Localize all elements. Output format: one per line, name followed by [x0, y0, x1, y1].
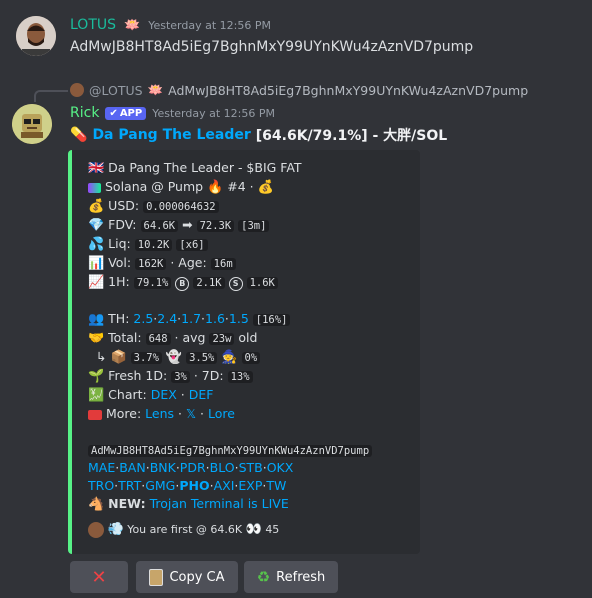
gem-icon: 💎: [88, 218, 105, 233]
embed-th-line: 👥 TH: 2.5·2.4·1.7·1.6·1.5 [16%]: [88, 311, 291, 327]
token-embed: 🇬🇧 Da Pang The Leader - $BIG FAT Solana …: [68, 150, 420, 554]
message1-text: AdMwJB8HT8Ad5iEg7BghnMxY99UYnKWu4zAznVD7…: [70, 39, 474, 55]
trojan-terminal-link[interactable]: Trojan Terminal is LIVE: [150, 496, 289, 511]
red-x-icon: ✕: [91, 566, 107, 588]
th-link-2[interactable]: 1.7: [181, 311, 201, 326]
embed-contract-line[interactable]: AdMwJB8HT8Ad5iEg7BghnMxY99UYnKWu4zAznVD7…: [88, 442, 373, 457]
chart-up-icon: 📈: [88, 275, 105, 290]
embed-breakdown-line: ↳ 📦 3.7% 👻 3.5% 🧙 0%: [96, 349, 261, 365]
lotus-username[interactable]: LOTUS: [70, 17, 116, 33]
refresh-label: Refresh: [276, 569, 326, 585]
copy-ca-button[interactable]: Copy CA: [136, 561, 238, 593]
reply-mention[interactable]: @LOTUS: [89, 83, 143, 98]
rick-avatar[interactable]: [12, 104, 52, 144]
th-link-3[interactable]: 1.6: [205, 311, 225, 326]
exchange-link[interactable]: BNK: [150, 460, 176, 475]
embed-usd-line: 💰 USD: 0.000064632: [88, 198, 219, 213]
solana-icon: [88, 182, 101, 193]
ghost-icon: 👻: [165, 350, 183, 365]
reply-connector: [34, 90, 68, 102]
money-bag-icon: 💰: [257, 180, 274, 195]
more-link-x[interactable]: 𝕏: [186, 406, 196, 421]
exchange-link[interactable]: BLO: [210, 460, 235, 475]
recycle-icon: ♻: [256, 568, 271, 586]
embed-1h-line: 📈 1H: 79.1% B 2.1K S 1.6K: [88, 274, 278, 291]
exchange-link[interactable]: TRT: [118, 478, 141, 493]
eyes-icon: 👀: [245, 522, 262, 537]
exchange-link[interactable]: GMG: [145, 478, 175, 493]
embed-liq-line: 💦 Liq: 10.2K [x6]: [88, 236, 208, 251]
embed-chain-line: Solana @ Pump 🔥 #4 · 💰: [88, 179, 274, 194]
return-arrow-icon: ↳: [96, 349, 107, 364]
keyboard-icon: [88, 409, 102, 420]
close-button[interactable]: ✕: [70, 561, 128, 593]
droplets-icon: 💦: [88, 237, 105, 252]
dash-icon: 💨: [107, 522, 124, 537]
exchange-link[interactable]: PHO: [179, 478, 209, 493]
th-link-4[interactable]: 1.5: [229, 311, 249, 326]
chart-link-def[interactable]: DEF: [189, 387, 214, 402]
copy-ca-label: Copy CA: [169, 569, 225, 585]
embed-fdv-line: 💎 FDV: 64.6K ➡ 72.3K [3m]: [88, 217, 270, 233]
embed-footer: 💨 You are first @ 64.6K 👀 45: [88, 522, 279, 538]
exchange-link[interactable]: EXP: [238, 478, 262, 493]
more-link-lore[interactable]: Lore: [208, 406, 235, 421]
exchange-link[interactable]: BAN: [119, 460, 145, 475]
reply-avatar-icon: [70, 83, 84, 97]
more-link-lens[interactable]: Lens: [145, 406, 174, 421]
message2-timestamp: Yesterday at 12:56 PM: [152, 106, 275, 120]
exchange-link[interactable]: TRO: [88, 478, 114, 493]
th-link-0[interactable]: 2.5: [133, 311, 153, 326]
reply-preview[interactable]: @LOTUS 🪷 AdMwJB8HT8Ad5iEg7BghnMxY99UYnKW…: [70, 82, 528, 98]
embed-new-line: 🐴 NEW: Trojan Terminal is LIVE: [88, 496, 289, 512]
horse-icon: 🐴: [88, 497, 105, 512]
embed-total-line: 🤝 Total: 648 · avg 23w old: [88, 330, 258, 346]
app-badge: ✔ APP: [105, 106, 147, 120]
money-bag-icon: 💰: [88, 199, 105, 214]
exchange-link[interactable]: OKX: [267, 460, 294, 475]
uk-flag-icon: 🇬🇧: [88, 161, 105, 176]
check-chart-icon: 💹: [88, 388, 105, 403]
footer-avatar-icon: [88, 522, 104, 538]
token-title-link[interactable]: Da Pang The Leader: [92, 127, 250, 143]
exchange-link[interactable]: MAE: [88, 460, 115, 475]
chart-link-dex[interactable]: DEX: [151, 387, 177, 402]
token-title-stats: [64.6K/79.1%] - 大胖/SOL: [255, 128, 448, 144]
embed-chart-line: 💹 Chart: DEX · DEF: [88, 387, 214, 403]
exchange-link[interactable]: AXI: [214, 478, 235, 493]
embed-fresh-line: 🌱 Fresh 1D: 3% · 7D: 13%: [88, 368, 253, 383]
th-link-1[interactable]: 2.4: [157, 311, 177, 326]
exchange-link[interactable]: STB: [239, 460, 263, 475]
embed-token-line: 🇬🇧 Da Pang The Leader - $BIG FAT: [88, 160, 302, 176]
exchange-link[interactable]: TW: [266, 478, 286, 493]
exchange-link[interactable]: PDR: [180, 460, 206, 475]
handshake-icon: 🤝: [88, 331, 105, 346]
pill-icon: 💊: [70, 127, 88, 143]
arrow-right-icon: ➡: [182, 217, 193, 232]
mage-icon: 🧙: [221, 350, 238, 365]
rick-username[interactable]: Rick: [70, 105, 99, 121]
package-icon: 📦: [110, 350, 127, 365]
sell-s-icon: S: [228, 277, 243, 291]
message1-timestamp: Yesterday at 12:56 PM: [148, 19, 271, 32]
people-icon: 👥: [88, 312, 105, 327]
bar-chart-icon: 📊: [88, 256, 105, 271]
exchange-row-2: TRO·TRT·GMG·PHO·AXI·EXP·TW: [88, 478, 287, 493]
exchange-row-1: MAE·BAN·BNK·PDR·BLO·STB·OKX: [88, 460, 294, 475]
clipboard-icon: [149, 568, 164, 586]
reply-emoji: 🪷: [147, 82, 164, 97]
seedling-icon: 🌱: [88, 369, 105, 384]
contract-address[interactable]: AdMwJB8HT8Ad5iEg7BghnMxY99UYnKWu4zAznVD7…: [88, 445, 373, 457]
lotus-emoji: 🪷: [124, 18, 141, 33]
lotus-avatar[interactable]: [16, 16, 56, 56]
verified-check-icon: ✔: [109, 107, 118, 119]
refresh-button[interactable]: ♻ Refresh: [244, 561, 338, 593]
embed-vol-line: 📊 Vol: 162K · Age: 16m: [88, 255, 236, 270]
buy-b-icon: B: [175, 277, 190, 291]
fire-icon: 🔥: [207, 180, 224, 195]
reply-text: AdMwJB8HT8Ad5iEg7BghnMxY99UYnKWu4zAznVD7…: [168, 82, 529, 98]
embed-more-line: More: Lens · 𝕏 · Lore: [88, 406, 235, 421]
